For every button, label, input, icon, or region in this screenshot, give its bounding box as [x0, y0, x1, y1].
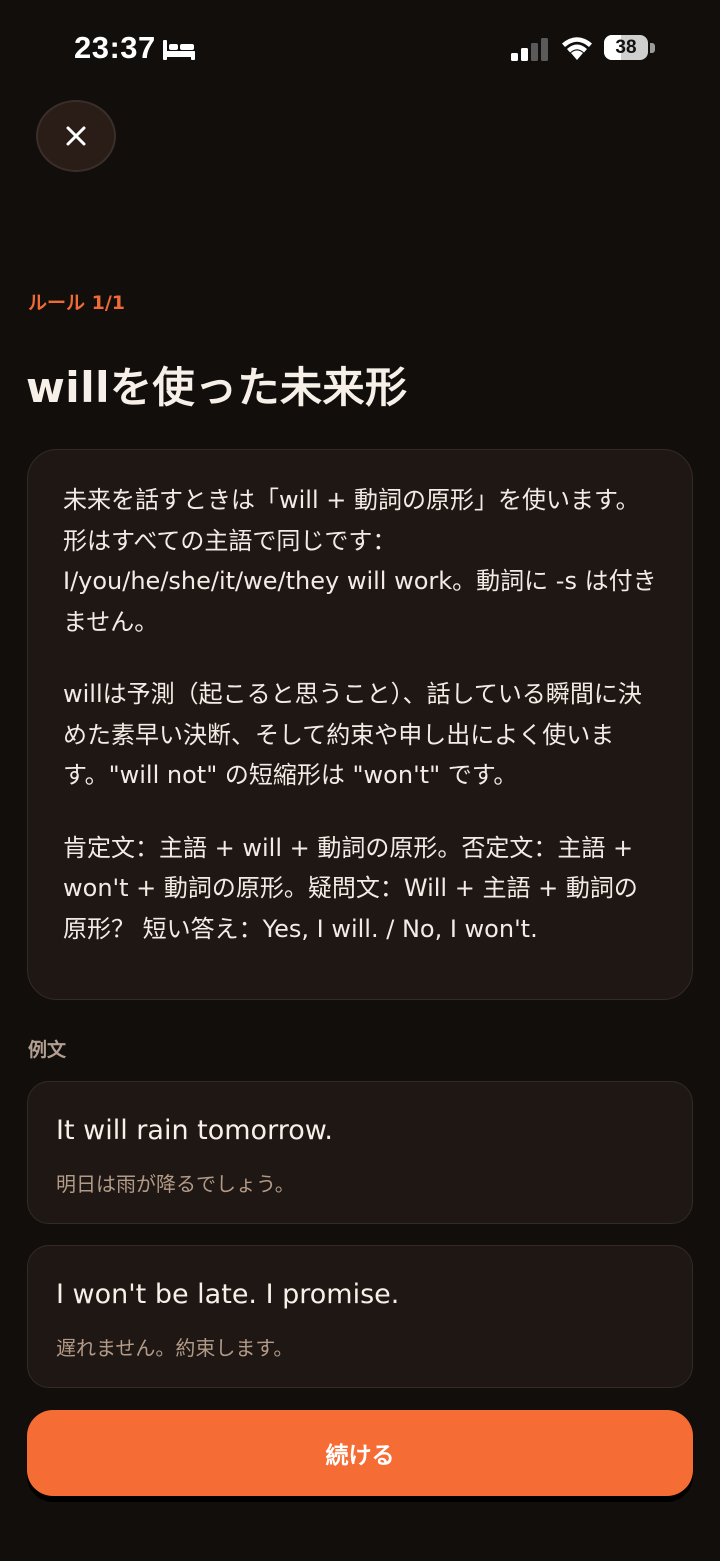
example-translation: 明日は雨が降るでしょう。 [56, 1172, 295, 1196]
example-card: It will rain tomorrow. 明日は雨が降るでしょう。 [27, 1081, 693, 1224]
example-translation: 遅れません。約束します。 [56, 1336, 294, 1360]
continue-button[interactable]: 続ける [27, 1410, 693, 1496]
explanation-paragraph: willは予測（起こると思うこと）、話している瞬間に決めた素早い決断、そして約束… [63, 680, 642, 789]
example-sentence: I won't be late. I promise. [56, 1279, 400, 1310]
battery-icon: 38 [604, 35, 656, 62]
rule-counter: ルール 1/1 [28, 292, 125, 314]
explanation-paragraph: 未来を話すときは「will + 動詞の原形」を使います。形はすべての主語で同じで… [63, 486, 657, 636]
battery-level: 38 [615, 37, 637, 58]
example-sentence: It will rain tomorrow. [56, 1115, 333, 1146]
example-card: I won't be late. I promise. 遅れません。約束します。 [27, 1245, 693, 1388]
explanation-card: 未来を話すときは「will + 動詞の原形」を使います。形はすべての主語で同じで… [27, 449, 693, 1000]
page-title: willを使った未来形 [26, 363, 408, 412]
examples-label: 例文 [28, 1039, 67, 1061]
status-time: 23:37 [74, 30, 156, 65]
close-button[interactable] [36, 100, 116, 172]
sleep-focus-icon [162, 38, 196, 62]
explanation-paragraph: 肯定文：主語 + will + 動詞の原形。否定文：主語 + won't + 動… [63, 833, 638, 943]
status-bar: 23:37 38 [0, 0, 720, 100]
wifi-icon [560, 34, 594, 62]
cellular-signal-icon [510, 38, 550, 62]
close-icon [66, 126, 86, 146]
continue-label: 続ける [325, 1443, 395, 1469]
